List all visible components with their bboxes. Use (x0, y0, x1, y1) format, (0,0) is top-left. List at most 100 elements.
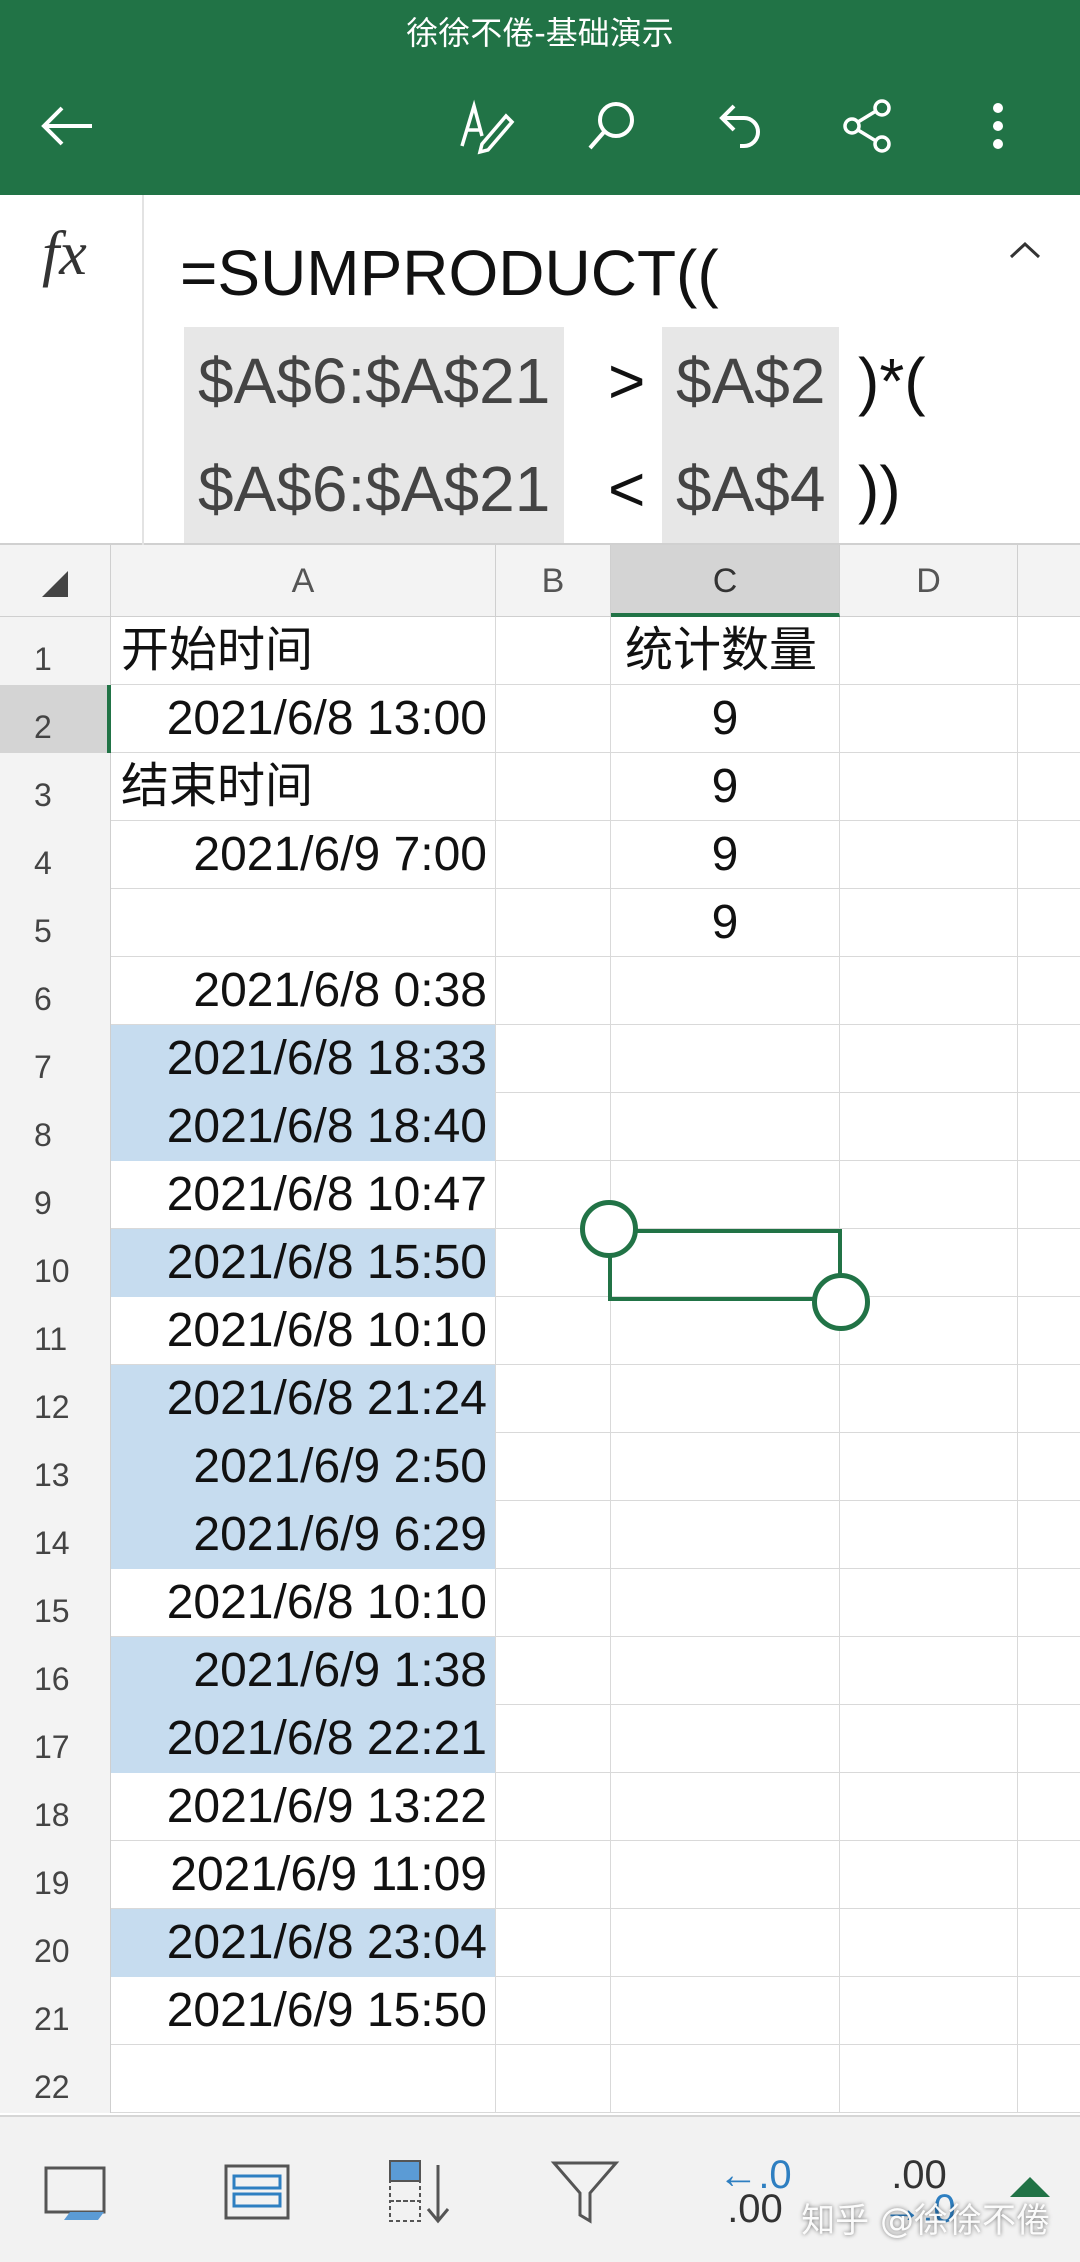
spreadsheet-grid[interactable]: A B C D 1 开始时间 统计数量 2 2021/6/8 13:00 9 3 结束时间 9 4… (0, 545, 1080, 2115)
row-header[interactable]: 10 (0, 1229, 111, 1297)
cell-a[interactable]: 2021/6/9 1:38 (111, 1637, 496, 1705)
cell-a[interactable]: 2021/6/9 11:09 (111, 1841, 496, 1909)
cell-b[interactable] (496, 2045, 611, 2113)
cell-e[interactable] (1018, 1025, 1080, 1093)
format-cells-button[interactable] (202, 2137, 312, 2247)
cell-b[interactable] (496, 1501, 611, 1569)
row-header[interactable]: 9 (0, 1161, 111, 1229)
function-button[interactable]: fx (0, 195, 144, 545)
cell-d[interactable] (840, 1705, 1018, 1773)
cell-b[interactable] (496, 957, 611, 1025)
formula-text[interactable]: =SUMPRODUCT(( $A$6:$A$21 > $A$2 )*( $A$6… (180, 219, 980, 543)
cell-a[interactable]: 2021/6/8 18:40 (111, 1093, 496, 1161)
cell-a[interactable] (111, 889, 496, 957)
cell-a[interactable]: 2021/6/8 13:00 (111, 685, 496, 753)
cell-a[interactable]: 结束时间 (111, 753, 496, 821)
cell-d[interactable] (840, 1569, 1018, 1637)
filter-button[interactable] (530, 2137, 640, 2247)
cell-d[interactable] (840, 1093, 1018, 1161)
row-header[interactable]: 7 (0, 1025, 111, 1093)
cell-a[interactable]: 2021/6/9 2:50 (111, 1433, 496, 1501)
cell-c[interactable] (611, 957, 840, 1025)
cell-b[interactable] (496, 1773, 611, 1841)
cell-d[interactable] (840, 2045, 1018, 2113)
cell-a[interactable]: 2021/6/8 18:33 (111, 1025, 496, 1093)
cell-e[interactable] (1018, 1705, 1080, 1773)
cell-c[interactable] (611, 1841, 840, 1909)
cell-c[interactable] (611, 2045, 840, 2113)
cell-b[interactable] (496, 617, 611, 685)
cell-d[interactable] (840, 1229, 1018, 1297)
row-header[interactable]: 8 (0, 1093, 111, 1161)
cell-c[interactable] (611, 1569, 840, 1637)
cell-c[interactable] (611, 1297, 840, 1365)
search-button[interactable] (574, 88, 650, 164)
edit-button[interactable] (448, 88, 524, 164)
cell-e[interactable] (1018, 1365, 1080, 1433)
row-header[interactable]: 19 (0, 1841, 111, 1909)
cell-b[interactable] (496, 821, 611, 889)
cell-b[interactable] (496, 1093, 611, 1161)
cell-a[interactable]: 2021/6/8 10:10 (111, 1569, 496, 1637)
cell-e[interactable] (1018, 1433, 1080, 1501)
share-button[interactable] (830, 88, 906, 164)
cell-c[interactable] (611, 1501, 840, 1569)
row-header[interactable]: 5 (0, 889, 111, 957)
cell-c[interactable]: 9 (611, 821, 840, 889)
cell-c[interactable]: 9 (611, 753, 840, 821)
cell-c[interactable]: 9 (611, 889, 840, 957)
cell-d[interactable] (840, 753, 1018, 821)
row-header[interactable]: 15 (0, 1569, 111, 1637)
cell-d[interactable] (840, 1773, 1018, 1841)
cell-c[interactable] (611, 1433, 840, 1501)
cell-c[interactable]: 9 (611, 685, 840, 753)
cell-d[interactable] (840, 1637, 1018, 1705)
cell-e[interactable] (1018, 1909, 1080, 1977)
collapse-formula-button[interactable] (1000, 225, 1050, 275)
cell-b[interactable] (496, 753, 611, 821)
cell-a[interactable]: 2021/6/8 0:38 (111, 957, 496, 1025)
selection-handle-top-left[interactable] (580, 1200, 638, 1258)
cell-a[interactable]: 2021/6/8 15:50 (111, 1229, 496, 1297)
cell-d[interactable] (840, 1977, 1018, 2045)
row-header[interactable]: 17 (0, 1705, 111, 1773)
cell-c[interactable] (611, 1229, 840, 1297)
cell-d[interactable] (840, 1025, 1018, 1093)
cell-a[interactable]: 2021/6/9 15:50 (111, 1977, 496, 2045)
cell-d[interactable] (840, 1161, 1018, 1229)
cell-b[interactable] (496, 1297, 611, 1365)
row-header[interactable]: 21 (0, 1977, 111, 2045)
cell-b[interactable] (496, 889, 611, 957)
cell-a[interactable]: 2021/6/8 22:21 (111, 1705, 496, 1773)
row-header[interactable]: 6 (0, 957, 111, 1025)
cell-b[interactable] (496, 1909, 611, 1977)
cell-c[interactable] (611, 1773, 840, 1841)
cell-d[interactable] (840, 889, 1018, 957)
cell-d[interactable] (840, 1365, 1018, 1433)
freeze-panes-button[interactable] (20, 2137, 130, 2247)
cell-e[interactable] (1018, 1161, 1080, 1229)
cell-a[interactable]: 开始时间 (111, 617, 496, 685)
column-header-b[interactable]: B (496, 545, 611, 617)
cell-b[interactable] (496, 1569, 611, 1637)
select-all-corner[interactable] (0, 545, 111, 617)
row-header[interactable]: 16 (0, 1637, 111, 1705)
column-header-d[interactable]: D (840, 545, 1018, 617)
cell-e[interactable] (1018, 1977, 1080, 2045)
cell-a[interactable]: 2021/6/9 7:00 (111, 821, 496, 889)
cell-d[interactable] (840, 1841, 1018, 1909)
cell-b[interactable] (496, 1977, 611, 2045)
cell-e[interactable] (1018, 957, 1080, 1025)
row-header[interactable]: 11 (0, 1297, 111, 1365)
cell-b[interactable] (496, 1433, 611, 1501)
row-header[interactable]: 13 (0, 1433, 111, 1501)
undo-button[interactable] (702, 88, 778, 164)
cell-a[interactable]: 2021/6/9 6:29 (111, 1501, 496, 1569)
cell-c[interactable] (611, 1025, 840, 1093)
cell-b[interactable] (496, 1637, 611, 1705)
cell-e[interactable] (1018, 821, 1080, 889)
cell-a[interactable] (111, 2045, 496, 2113)
expand-toolbar-icon[interactable] (1010, 2177, 1050, 2197)
cell-e[interactable] (1018, 1093, 1080, 1161)
cell-c[interactable] (611, 1705, 840, 1773)
